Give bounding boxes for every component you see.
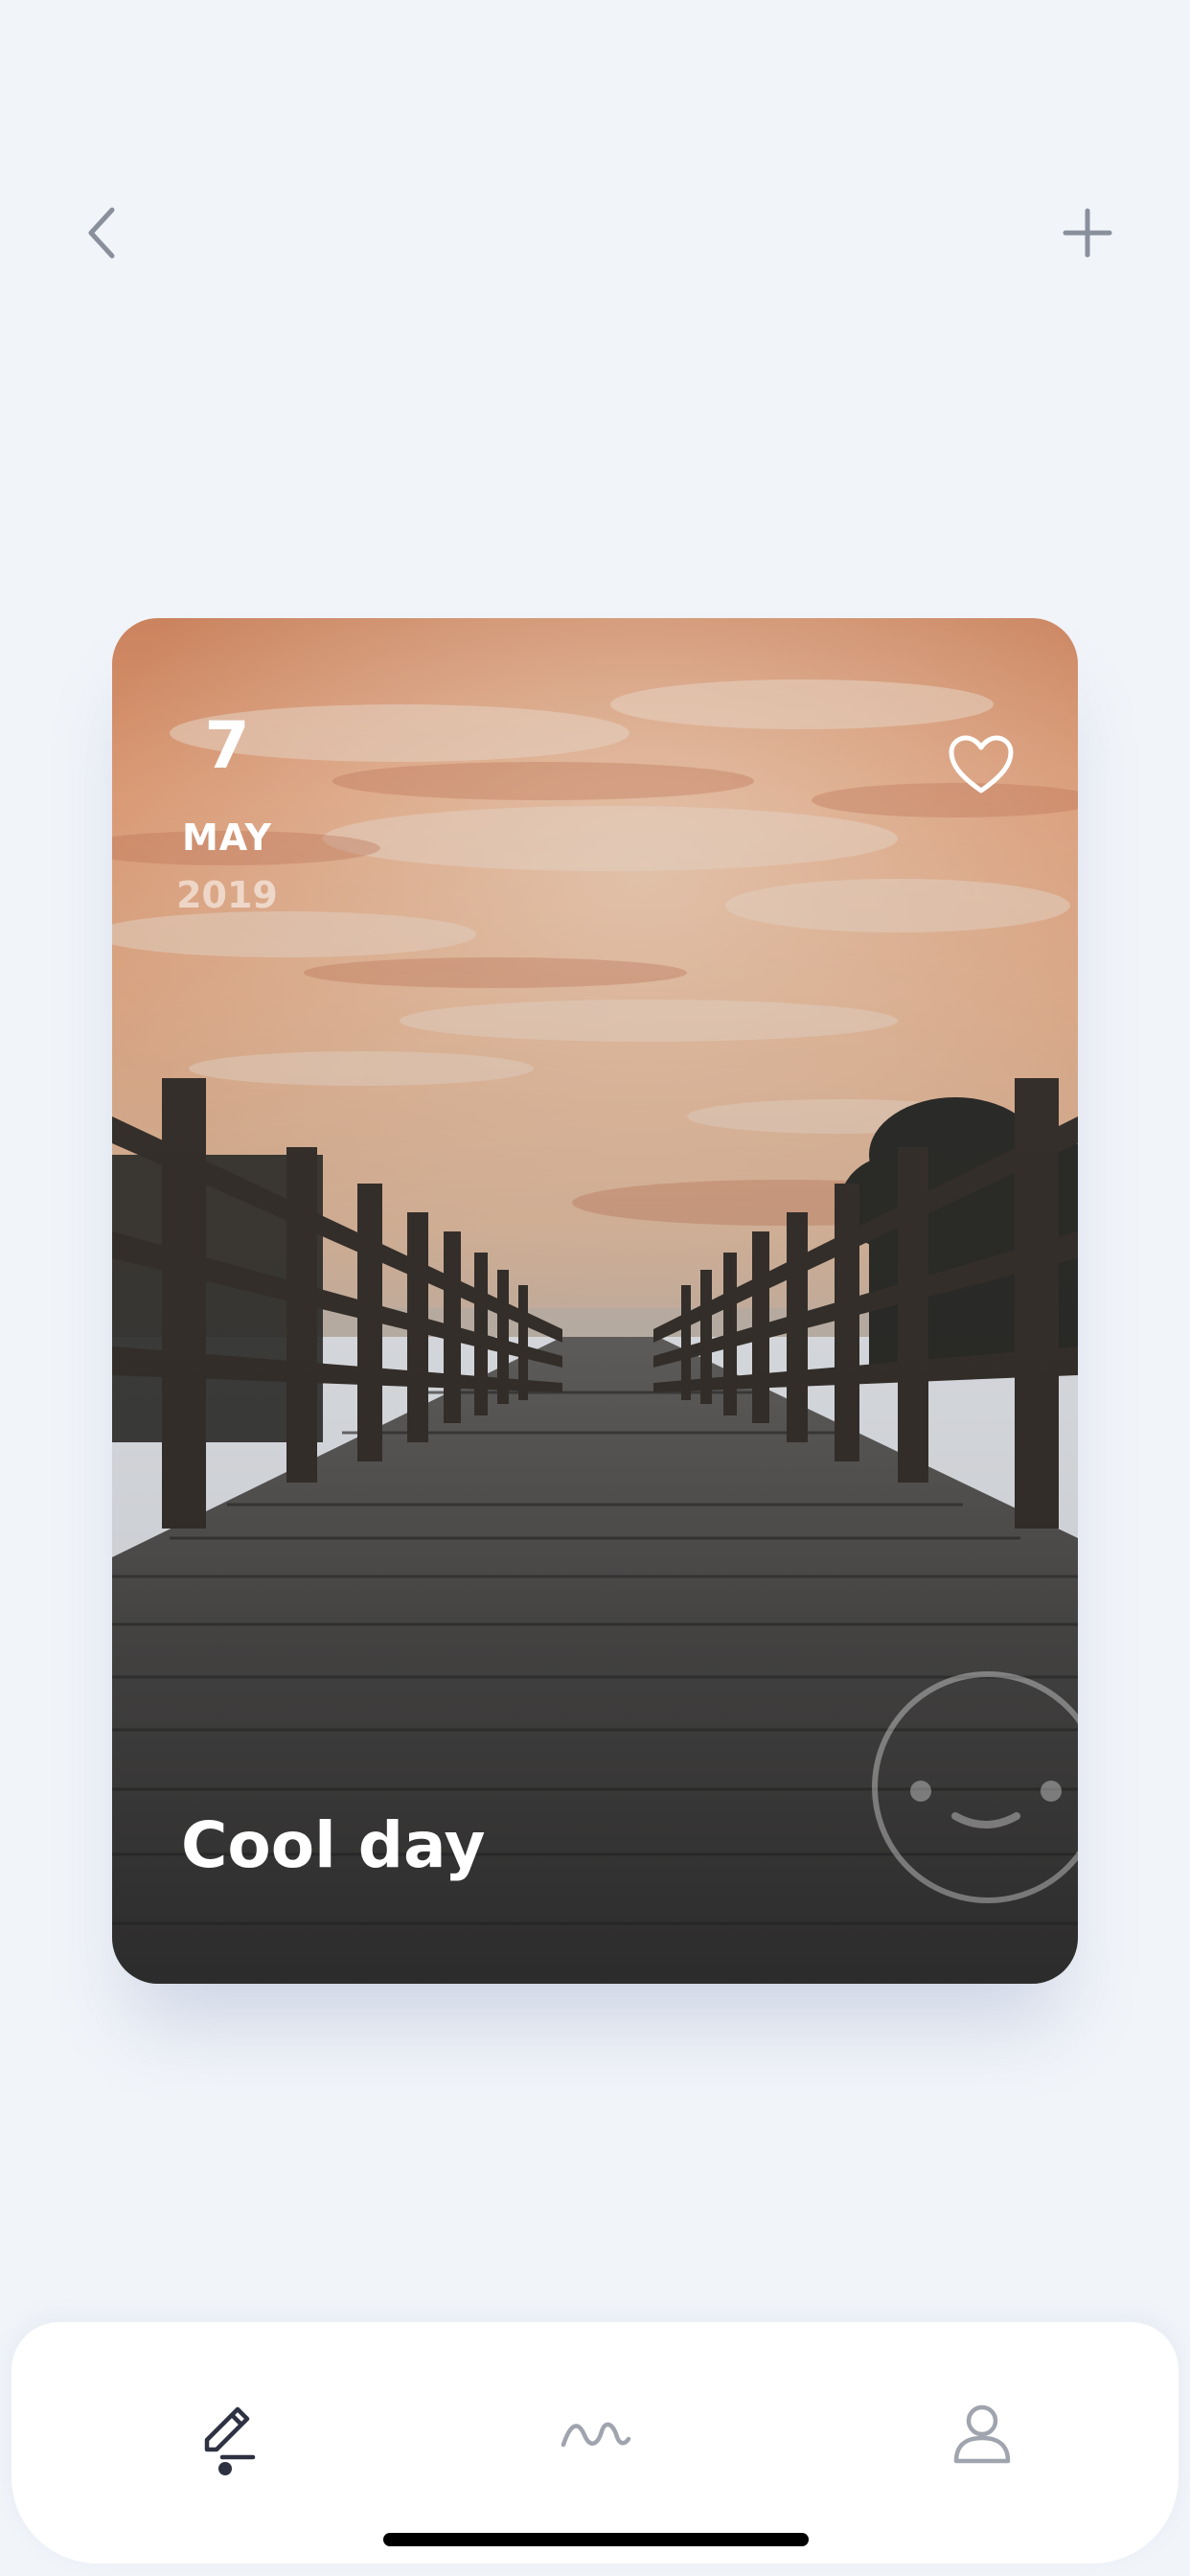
favorite-button[interactable]: [938, 724, 1024, 810]
nav-stats[interactable]: [543, 2384, 649, 2490]
plus-icon: [1063, 208, 1112, 262]
entry-card[interactable]: 7 MAY 2019 Cool day: [112, 618, 1078, 1984]
chevron-left-icon: [83, 206, 122, 264]
nav-active-indicator: [218, 2462, 232, 2475]
wave-icon: [560, 2416, 632, 2458]
bottom-nav: [11, 2322, 1179, 2564]
smiley-face-icon[interactable]: [863, 1663, 1078, 1912]
entry-day: 7: [204, 708, 250, 784]
home-indicator[interactable]: [383, 2533, 809, 2546]
entry-caption: Cool day: [181, 1808, 486, 1882]
entry-month: MAY: [181, 816, 273, 859]
add-entry-button[interactable]: [1044, 192, 1131, 278]
heart-outline-icon: [948, 735, 1015, 798]
user-icon: [949, 2402, 1016, 2472]
entry-year: 2019: [176, 874, 278, 916]
diary-entry-screen: 7 MAY 2019 Cool day: [0, 0, 1190, 2576]
back-button[interactable]: [59, 192, 146, 278]
nav-profile[interactable]: [929, 2384, 1035, 2490]
